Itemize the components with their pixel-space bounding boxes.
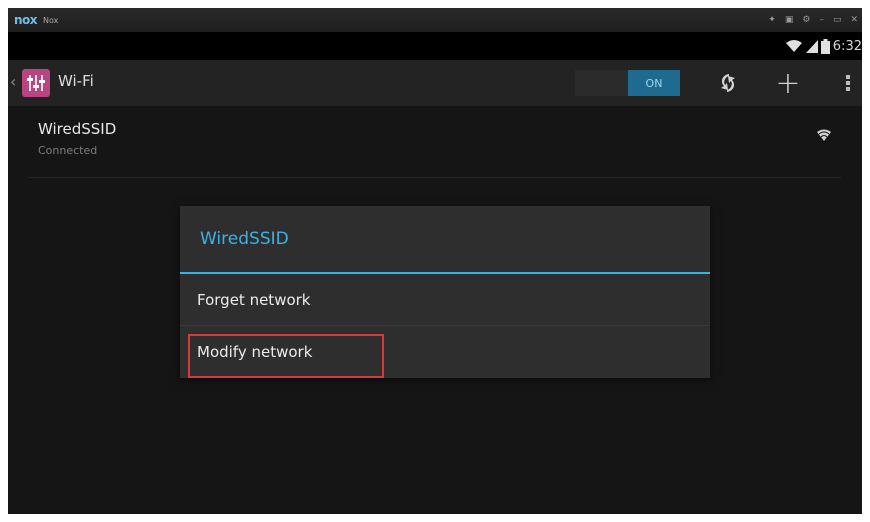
status-time: 6:32	[832, 38, 862, 54]
pin-icon[interactable]: ✦	[768, 15, 776, 25]
action-bar: ‹ Wi-Fi ON +	[8, 60, 862, 106]
signal-icon	[805, 40, 818, 53]
wifi-toggle[interactable]: ON	[575, 70, 680, 96]
screenshot-icon[interactable]: ▣	[785, 15, 794, 25]
wifi-signal-icon	[817, 129, 831, 141]
window-title: Nox	[43, 15, 59, 25]
network-status: Connected	[38, 144, 98, 157]
add-network-icon[interactable]: +	[773, 60, 803, 106]
dialog-title: WiredSSID	[200, 229, 289, 249]
settings-app-icon[interactable]	[22, 69, 50, 97]
wifi-icon	[785, 40, 802, 52]
network-name: WiredSSID	[38, 120, 117, 138]
forget-network-option[interactable]: Forget network	[180, 274, 710, 326]
battery-icon	[820, 38, 830, 54]
maximize-icon[interactable]: ▭	[833, 15, 842, 25]
minimize-icon[interactable]: –	[819, 15, 824, 25]
wps-icon[interactable]	[713, 60, 743, 106]
emulator-frame: nox Nox ✦ ▣ ⚙ – ▭ ✕ 6:32 ‹ Wi-Fi ON + Wi…	[8, 8, 862, 514]
close-icon[interactable]: ✕	[850, 15, 858, 25]
emulator-title-bar: nox Nox ✦ ▣ ⚙ – ▭ ✕	[8, 8, 862, 32]
window-controls: ✦ ▣ ⚙ – ▭ ✕	[768, 8, 858, 32]
network-list-item[interactable]: WiredSSID Connected	[28, 106, 842, 178]
wifi-toggle-on-label: ON	[628, 70, 680, 96]
modify-network-option[interactable]: Modify network	[180, 326, 710, 378]
network-options-dialog: WiredSSID Forget network Modify network	[180, 206, 710, 378]
nox-logo: nox	[14, 13, 38, 27]
overflow-menu-icon[interactable]	[840, 60, 856, 106]
android-status-bar: 6:32	[8, 32, 862, 60]
back-chevron-icon[interactable]: ‹	[10, 72, 16, 91]
page-title: Wi-Fi	[58, 72, 94, 90]
status-icons: 6:32	[785, 32, 862, 60]
settings-icon[interactable]: ⚙	[802, 15, 810, 25]
